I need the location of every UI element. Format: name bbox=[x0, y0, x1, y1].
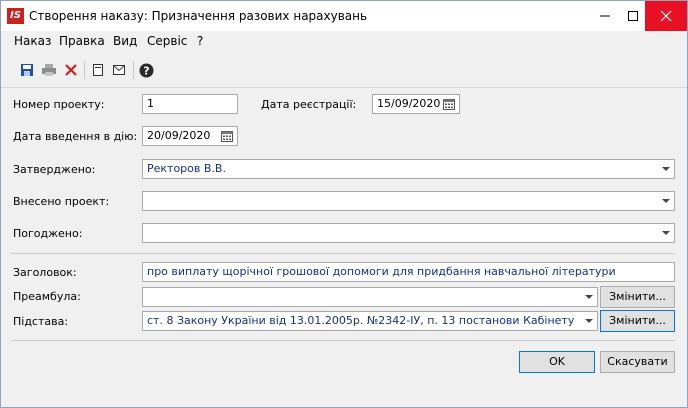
project-number-value: 1 bbox=[147, 97, 154, 110]
approved-select[interactable]: Ректоров В.В. bbox=[142, 159, 675, 179]
menu-edit[interactable]: Правка bbox=[59, 34, 105, 48]
chevron-down-icon[interactable] bbox=[662, 167, 670, 171]
heading-value: про виплату щорічної грошової допомоги д… bbox=[147, 265, 616, 278]
menu-help[interactable]: ? bbox=[197, 34, 203, 48]
title-bar: IS Створення наказу: Призначення разових… bbox=[1, 1, 687, 31]
save-button[interactable] bbox=[17, 60, 37, 80]
chevron-down-icon[interactable] bbox=[585, 319, 593, 323]
submitted-label: Внесено проект: bbox=[13, 195, 110, 208]
toolbar-separator bbox=[133, 61, 134, 79]
menu-bar: Наказ Правка Вид Сервіс ? bbox=[1, 32, 687, 51]
window-title: Створення наказу: Призначення разових на… bbox=[29, 9, 368, 23]
chevron-down-icon[interactable] bbox=[585, 295, 593, 299]
agreed-label: Погоджено: bbox=[13, 227, 83, 240]
svg-text:?: ? bbox=[143, 64, 149, 77]
maximize-button[interactable] bbox=[619, 1, 647, 31]
basis-value: ст. 8 Закону України від 13.01.2005р. №2… bbox=[147, 314, 577, 327]
approved-value: Ректоров В.В. bbox=[147, 162, 226, 175]
approved-label: Затверджено: bbox=[13, 163, 96, 176]
ok-button[interactable]: OK bbox=[519, 351, 595, 373]
toolbar-divider bbox=[1, 87, 687, 88]
help-button[interactable]: ? bbox=[136, 60, 156, 80]
basis-label: Підстава: bbox=[13, 315, 69, 328]
menu-view[interactable]: Вид bbox=[113, 34, 137, 48]
mail-icon bbox=[113, 65, 125, 75]
menu-order[interactable]: Наказ bbox=[14, 34, 51, 48]
help-icon: ? bbox=[139, 63, 153, 77]
maximize-icon bbox=[628, 11, 638, 21]
footer-divider bbox=[11, 340, 675, 341]
preamble-label: Преамбула: bbox=[13, 290, 81, 303]
save-icon bbox=[21, 64, 33, 76]
print-icon bbox=[42, 64, 56, 76]
close-icon bbox=[660, 10, 672, 22]
delete-button[interactable] bbox=[61, 60, 81, 80]
menu-service[interactable]: Сервіс bbox=[147, 34, 187, 48]
dialog-window: IS Створення наказу: Призначення разових… bbox=[0, 0, 688, 408]
chevron-down-icon[interactable] bbox=[662, 199, 670, 203]
cancel-button[interactable]: Скасувати bbox=[600, 351, 675, 373]
preamble-change-button[interactable]: Змінити... bbox=[600, 286, 675, 308]
close-button[interactable] bbox=[645, 1, 687, 31]
registration-date-input[interactable]: 15/09/2020 bbox=[372, 94, 460, 114]
basis-select[interactable]: ст. 8 Закону України від 13.01.2005р. №2… bbox=[142, 311, 598, 331]
preamble-select[interactable] bbox=[142, 287, 598, 307]
document-button[interactable] bbox=[88, 60, 108, 80]
toolbar-separator bbox=[84, 61, 85, 79]
chevron-down-icon[interactable] bbox=[662, 231, 670, 235]
registration-date-value: 15/09/2020 bbox=[377, 97, 441, 110]
minimize-button[interactable] bbox=[591, 1, 619, 31]
calendar-icon[interactable] bbox=[443, 98, 455, 110]
minimize-icon bbox=[600, 15, 610, 17]
effective-date-input[interactable]: 20/09/2020 bbox=[142, 126, 238, 146]
effective-date-label: Дата введення в дію: bbox=[13, 130, 138, 143]
project-number-input[interactable]: 1 bbox=[142, 94, 238, 114]
heading-label: Заголовок: bbox=[13, 266, 77, 279]
calendar-icon[interactable] bbox=[221, 130, 233, 142]
project-number-label: Номер проекту: bbox=[13, 98, 105, 111]
document-icon bbox=[93, 64, 103, 76]
section-divider bbox=[11, 253, 675, 254]
registration-date-label: Дата реєстрації: bbox=[261, 98, 357, 111]
mail-button[interactable] bbox=[109, 60, 129, 80]
toolbar: ? bbox=[9, 58, 159, 82]
agreed-select[interactable] bbox=[142, 223, 675, 243]
delete-icon bbox=[65, 64, 77, 76]
print-button[interactable] bbox=[39, 60, 59, 80]
basis-change-button[interactable]: Змінити... bbox=[600, 310, 675, 332]
submitted-select[interactable] bbox=[142, 191, 675, 211]
app-logo-icon: IS bbox=[7, 8, 24, 24]
heading-input[interactable]: про виплату щорічної грошової допомоги д… bbox=[142, 262, 675, 282]
effective-date-value: 20/09/2020 bbox=[147, 129, 211, 142]
